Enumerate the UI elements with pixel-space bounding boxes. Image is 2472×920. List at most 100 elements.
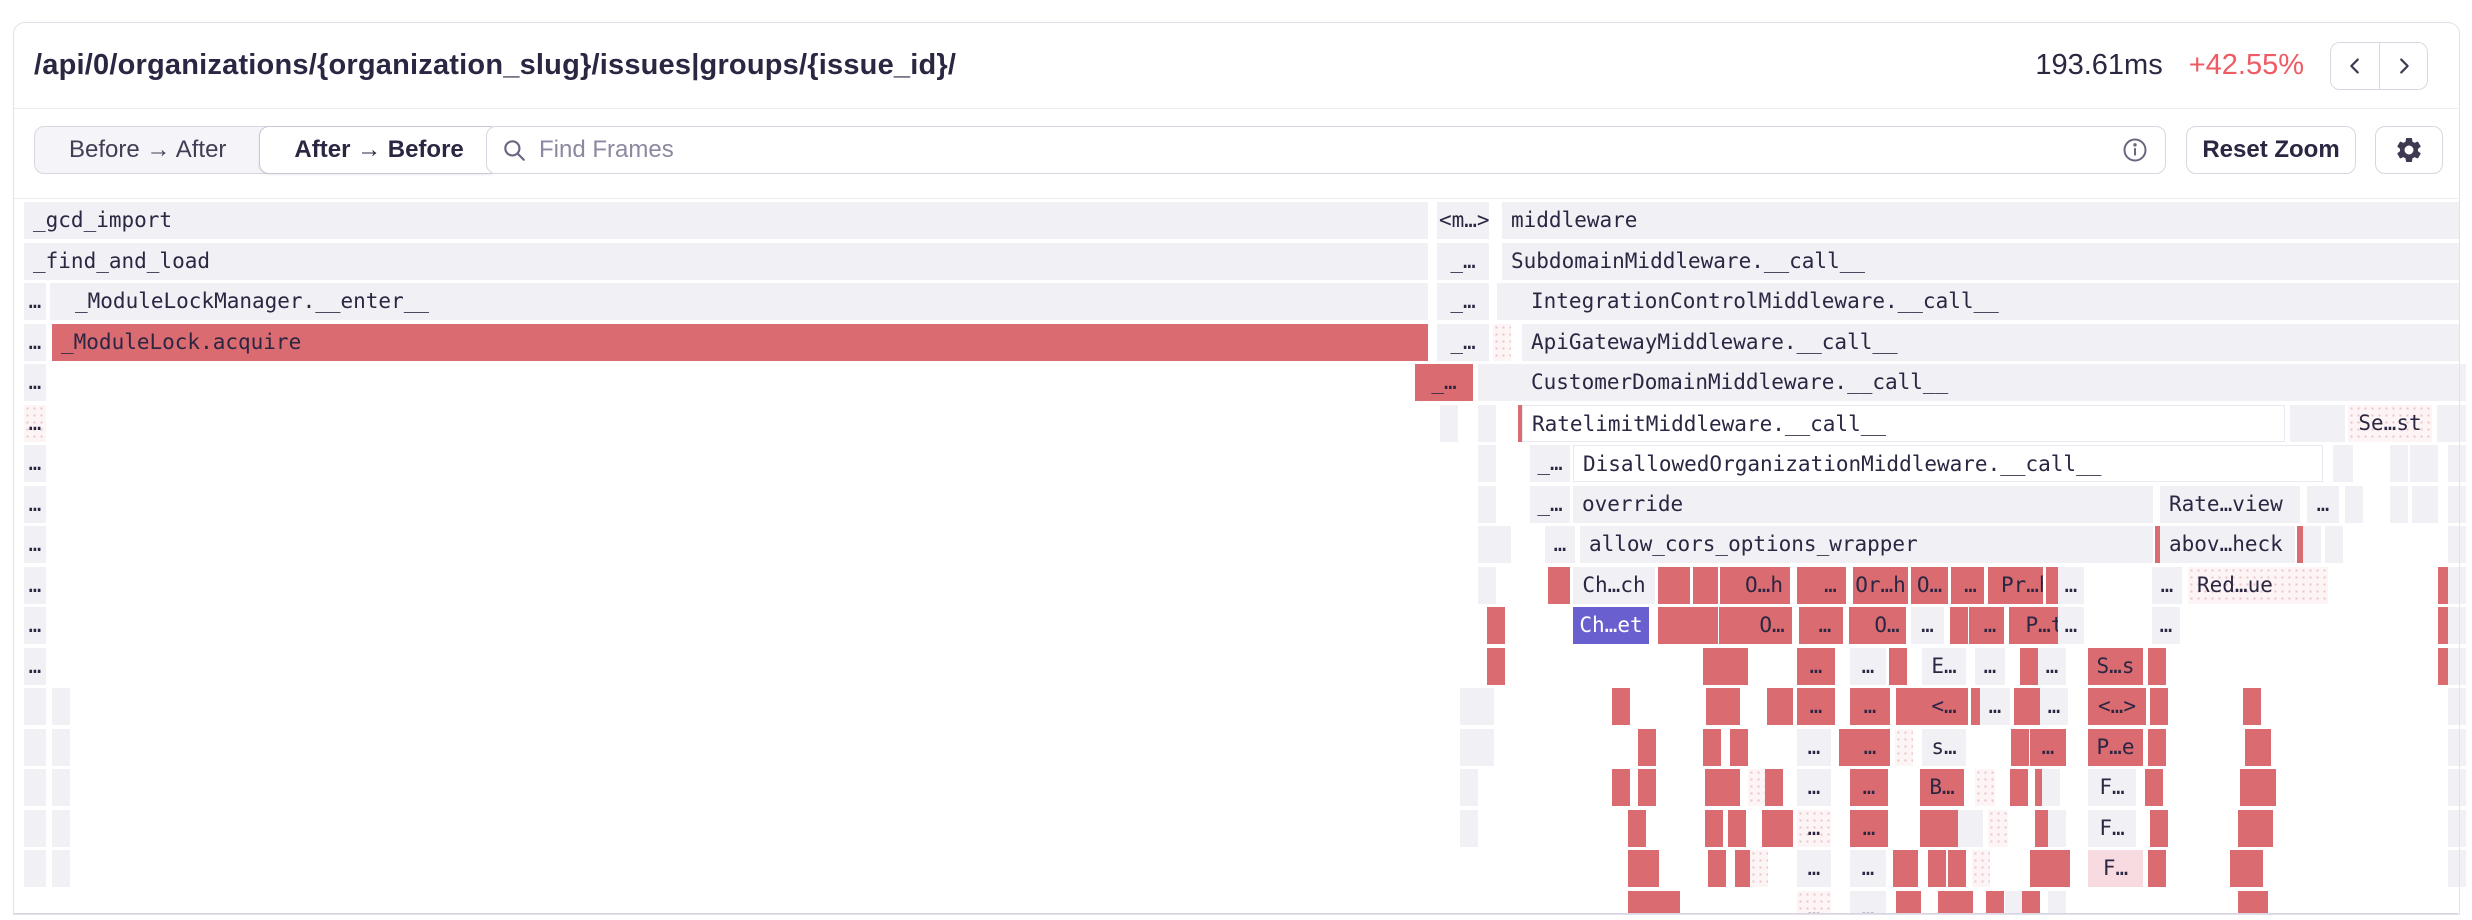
flame-frame[interactable]: … — [1797, 729, 1831, 766]
info-icon[interactable] — [2121, 136, 2149, 164]
flame-frame[interactable]: _… — [1437, 283, 1489, 320]
flame-frame[interactable] — [24, 850, 46, 887]
flame-frame[interactable]: … — [1911, 607, 1944, 644]
flame-frame[interactable]: allow_cors_options_wrapper — [1580, 526, 2153, 563]
flame-frame[interactable] — [1703, 729, 1721, 766]
flame-frame[interactable]: … — [1797, 810, 1831, 847]
flame-frame[interactable]: … — [24, 445, 46, 482]
flame-frame[interactable] — [1487, 648, 1505, 685]
flame-frame[interactable] — [2052, 850, 2070, 887]
flame-frame[interactable] — [2145, 769, 2163, 806]
flame-frame[interactable] — [1948, 850, 1966, 887]
flame-frame[interactable] — [2390, 486, 2408, 523]
flame-frame[interactable] — [24, 810, 46, 847]
flame-frame[interactable] — [52, 769, 70, 806]
flame-frame[interactable] — [2048, 810, 2066, 847]
flame-frame[interactable] — [2150, 810, 2168, 847]
flame-frame[interactable]: Rate…view — [2160, 486, 2300, 523]
flame-frame[interactable] — [1638, 769, 1656, 806]
flame-frame[interactable]: O…h — [1738, 567, 1790, 604]
flame-frame[interactable] — [1662, 891, 1680, 914]
toggle-after-before[interactable]: After → Before — [259, 126, 498, 174]
flame-frame[interactable]: … — [24, 648, 46, 685]
flame-frame[interactable] — [2448, 405, 2466, 442]
flame-frame[interactable]: _ModuleLockManager.__enter__ — [66, 283, 1428, 320]
flame-frame[interactable] — [1628, 810, 1646, 847]
flame-frame[interactable] — [2303, 526, 2321, 563]
flame-frame[interactable] — [1493, 526, 1511, 563]
flame-frame[interactable] — [2245, 850, 2263, 887]
flame-frame[interactable] — [24, 769, 46, 806]
flame-frame[interactable] — [2448, 526, 2466, 563]
flame-frame[interactable]: … — [1797, 891, 1831, 914]
flame-frame[interactable] — [1708, 850, 1726, 887]
search-input[interactable] — [537, 135, 2121, 165]
flame-frame[interactable] — [1700, 567, 1718, 604]
flame-frame[interactable] — [2448, 648, 2466, 685]
flame-frame[interactable]: _find_and_load — [24, 243, 1428, 280]
flame-frame[interactable] — [1460, 769, 1478, 806]
flame-frame[interactable] — [1628, 891, 1646, 914]
settings-button[interactable] — [2375, 126, 2443, 174]
flame-frame[interactable]: _… — [1437, 324, 1489, 361]
flame-frame[interactable] — [2412, 486, 2438, 523]
flame-frame[interactable] — [2238, 810, 2256, 847]
flame-frame[interactable]: … — [2040, 688, 2068, 725]
flame-frame[interactable]: S…s — [2088, 648, 2143, 685]
flame-frame[interactable]: SubdomainMiddleware.__call__ — [1502, 243, 2460, 280]
flame-frame[interactable] — [1700, 607, 1718, 644]
flame-frame[interactable]: Ch…et — [1573, 607, 1649, 644]
flame-frame[interactable] — [1476, 688, 1494, 725]
flame-frame[interactable]: … — [1797, 688, 1835, 725]
toggle-before-after[interactable]: Before → After — [35, 127, 260, 173]
flame-frame[interactable] — [2333, 445, 2353, 482]
flame-frame[interactable] — [1705, 810, 1723, 847]
flame-frame[interactable] — [24, 729, 46, 766]
flame-frame[interactable] — [1730, 648, 1748, 685]
flame-frame[interactable] — [1722, 769, 1740, 806]
flame-frame[interactable] — [2005, 891, 2023, 914]
flame-frame[interactable] — [2148, 648, 2166, 685]
flame-frame[interactable]: … — [2058, 607, 2084, 644]
flame-frame[interactable]: … — [1797, 850, 1831, 887]
flame-frame[interactable]: … — [2030, 729, 2066, 766]
flame-frame[interactable] — [2048, 891, 2066, 914]
flame-frame[interactable] — [1548, 567, 1570, 604]
flame-frame[interactable]: … — [1850, 769, 1888, 806]
flame-frame[interactable] — [2020, 648, 2038, 685]
flame-frame[interactable] — [1722, 688, 1740, 725]
flame-frame[interactable] — [1955, 891, 1973, 914]
flame-frame[interactable] — [1975, 769, 1995, 806]
flame-frame[interactable] — [1478, 567, 1496, 604]
flame-frame[interactable] — [2448, 810, 2466, 847]
flame-frame[interactable] — [52, 729, 70, 766]
flame-frame[interactable]: … — [1980, 688, 2010, 725]
flame-frame[interactable] — [2022, 891, 2040, 914]
flame-frame[interactable]: … — [24, 486, 46, 523]
flame-frame[interactable] — [1476, 729, 1494, 766]
flame-frame[interactable] — [1478, 486, 1496, 523]
flame-frame[interactable] — [2250, 891, 2268, 914]
flame-frame[interactable] — [2390, 445, 2408, 482]
flame-frame[interactable] — [2448, 364, 2466, 401]
flame-frame[interactable]: O… — [1868, 607, 1906, 644]
flame-frame[interactable]: <… — [1920, 688, 1968, 725]
flame-frame[interactable]: IntegrationControlMiddleware.__call__ — [1522, 283, 2460, 320]
flame-frame[interactable]: F… — [2088, 850, 2143, 887]
flame-frame[interactable] — [2011, 729, 2029, 766]
flame-frame[interactable] — [2240, 769, 2258, 806]
flame-frame[interactable]: <…> — [2088, 688, 2146, 725]
flame-frame[interactable] — [1775, 810, 1793, 847]
flame-frame[interactable] — [2448, 729, 2466, 766]
flame-frame[interactable]: _ModuleLock.acquire — [52, 324, 1428, 361]
flame-frame[interactable]: _… — [1437, 243, 1489, 280]
flame-frame[interactable]: s… — [1922, 729, 1966, 766]
flame-frame[interactable]: _… — [1530, 445, 1570, 482]
flame-frame[interactable] — [1972, 850, 1990, 887]
flame-frame[interactable]: … — [1545, 526, 1575, 563]
flame-frame[interactable]: … — [1976, 607, 2004, 644]
flame-frame[interactable]: F… — [2088, 810, 2136, 847]
flame-frame[interactable]: … — [1850, 891, 1886, 914]
flame-frame[interactable]: Or…h — [1853, 567, 1908, 604]
flame-frame[interactable] — [2325, 526, 2343, 563]
